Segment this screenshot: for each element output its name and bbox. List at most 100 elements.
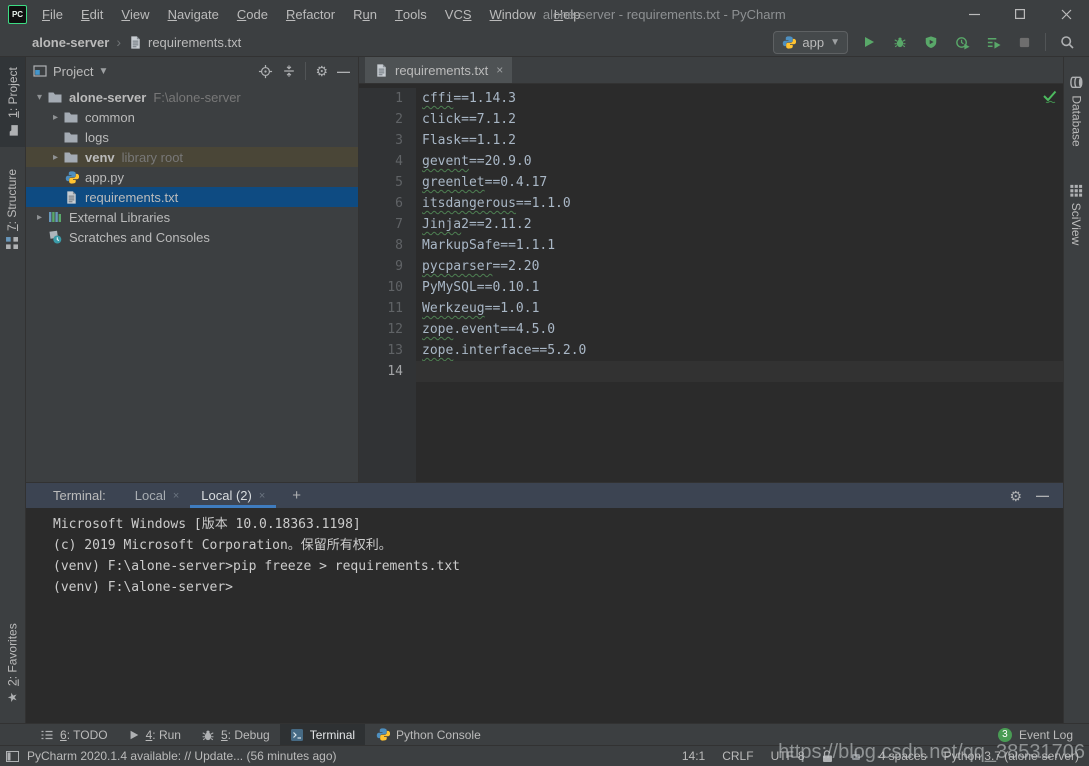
menu-file[interactable]: File <box>33 0 72 28</box>
editor-content[interactable]: 1cffi==1.14.32click==7.1.23Flask==1.1.24… <box>359 84 1063 482</box>
line-number[interactable]: 14 <box>359 361 416 382</box>
code-text[interactable]: gevent==20.9.0 <box>416 151 1063 172</box>
sidebar-tab-project[interactable]: 1: Project <box>0 57 25 147</box>
event-log-button[interactable]: 3 Event Log <box>998 728 1089 742</box>
sidebar-tab-database[interactable]: Database <box>1064 61 1089 161</box>
terminal-tab-local[interactable]: Local× <box>124 483 191 508</box>
tree-item-common[interactable]: ▸common <box>26 107 358 127</box>
menu-tools[interactable]: Tools <box>386 0 436 28</box>
code-text[interactable]: Flask==1.1.2 <box>416 130 1063 151</box>
editor-line[interactable]: 12zope.event==4.5.0 <box>359 319 1063 340</box>
line-number[interactable]: 10 <box>359 277 416 298</box>
toolwindow-todo[interactable]: 6: TODO <box>30 724 118 745</box>
tree-item-alone-server[interactable]: ▾alone-serverF:\alone-server <box>26 87 358 107</box>
line-number[interactable]: 3 <box>359 130 416 151</box>
gutter[interactable] <box>359 382 416 482</box>
line-number[interactable]: 11 <box>359 298 416 319</box>
menu-refactor[interactable]: Refactor <box>277 0 344 28</box>
line-number[interactable]: 8 <box>359 235 416 256</box>
code-text[interactable]: itsdangerous==1.1.0 <box>416 193 1063 214</box>
tree-item-app-py[interactable]: app.py <box>26 167 358 187</box>
chevron-right-icon[interactable]: ▸ <box>48 112 63 123</box>
code-text[interactable]: zope.event==4.5.0 <box>416 319 1063 340</box>
menu-edit[interactable]: Edit <box>72 0 112 28</box>
gear-icon[interactable]: ⚙ <box>315 64 328 78</box>
sidebar-tab-sciview[interactable]: SciView <box>1064 171 1089 259</box>
breadcrumb-project[interactable]: alone-server <box>32 35 109 50</box>
menu-view[interactable]: View <box>112 0 158 28</box>
editor-line[interactable]: 5greenlet==0.4.17 <box>359 172 1063 193</box>
code-text[interactable] <box>416 361 1063 382</box>
unlock-icon[interactable] <box>822 750 833 763</box>
tree-item-scratches-and-consoles[interactable]: Scratches and Consoles <box>26 227 358 247</box>
new-terminal-session-icon[interactable]: + <box>286 487 307 504</box>
minimize-window-icon[interactable] <box>951 0 997 28</box>
project-panel-title[interactable]: Project <box>53 64 93 79</box>
code-text[interactable]: cffi==1.14.3 <box>416 88 1063 109</box>
menu-navigate[interactable]: Navigate <box>159 0 228 28</box>
run-configuration-select[interactable]: app ▼ <box>773 31 848 54</box>
editor-line[interactable]: 8MarkupSafe==1.1.1 <box>359 235 1063 256</box>
toolwindow-terminal[interactable]: Terminal <box>280 724 365 745</box>
editor-line[interactable]: 4gevent==20.9.0 <box>359 151 1063 172</box>
close-tab-icon[interactable]: × <box>259 490 265 502</box>
profiler-button[interactable] <box>952 31 972 53</box>
editor-line[interactable]: 1cffi==1.14.3 <box>359 88 1063 109</box>
status-message[interactable]: PyCharm 2020.1.4 available: // Update...… <box>27 749 337 763</box>
interpreter-widget[interactable]: Python 3.7 (alone-server) <box>944 749 1079 763</box>
line-number[interactable]: 12 <box>359 319 416 340</box>
code-text[interactable]: pycparser==2.20 <box>416 256 1063 277</box>
menu-help[interactable]: Help <box>545 0 590 28</box>
stop-button[interactable] <box>1014 31 1034 53</box>
line-number[interactable]: 13 <box>359 340 416 361</box>
menu-code[interactable]: Code <box>228 0 277 28</box>
toolwindow-run[interactable]: 4: Run <box>118 724 191 745</box>
hide-panel-icon[interactable]: — <box>337 64 350 79</box>
line-number[interactable]: 5 <box>359 172 416 193</box>
code-text[interactable]: Jinja2==2.11.2 <box>416 214 1063 235</box>
editor-line[interactable]: 3Flask==1.1.2 <box>359 130 1063 151</box>
close-window-icon[interactable] <box>1043 0 1089 28</box>
run-with-parameters-button[interactable] <box>983 31 1003 53</box>
inspection-profile-icon[interactable] <box>850 750 862 762</box>
chevron-down-icon[interactable]: ▼ <box>98 66 108 77</box>
line-number[interactable]: 7 <box>359 214 416 235</box>
editor-line[interactable]: 7Jinja2==2.11.2 <box>359 214 1063 235</box>
run-with-coverage-button[interactable] <box>921 31 941 53</box>
menu-vcs[interactable]: VCS <box>436 0 481 28</box>
menu-run[interactable]: Run <box>344 0 386 28</box>
editor-line[interactable]: 10PyMySQL==0.10.1 <box>359 277 1063 298</box>
line-number[interactable]: 6 <box>359 193 416 214</box>
code-text[interactable]: MarkupSafe==1.1.1 <box>416 235 1063 256</box>
editor-line[interactable]: 13zope.interface==5.2.0 <box>359 340 1063 361</box>
sidebar-tab-favorites[interactable]: ★2: Favorites <box>0 611 25 715</box>
collapse-all-icon[interactable] <box>282 64 296 78</box>
maximize-window-icon[interactable] <box>997 0 1043 28</box>
sidebar-tab-structure[interactable]: 7: Structure <box>0 153 25 265</box>
chevron-right-icon[interactable]: ▸ <box>32 212 47 223</box>
indent-widget[interactable]: 4 spaces <box>879 749 927 763</box>
editor-line[interactable]: 2click==7.1.2 <box>359 109 1063 130</box>
editor-line[interactable]: 6itsdangerous==1.1.0 <box>359 193 1063 214</box>
code-text[interactable]: Werkzeug==1.0.1 <box>416 298 1063 319</box>
code-text[interactable]: PyMySQL==0.10.1 <box>416 277 1063 298</box>
run-button[interactable] <box>859 31 879 53</box>
tree-item-requirements-txt[interactable]: requirements.txt <box>26 187 358 207</box>
line-number[interactable]: 4 <box>359 151 416 172</box>
menu-window[interactable]: Window <box>481 0 545 28</box>
line-number[interactable]: 9 <box>359 256 416 277</box>
gear-icon[interactable]: ⚙ <box>1009 489 1022 503</box>
chevron-down-icon[interactable]: ▾ <box>32 92 47 103</box>
breadcrumb-file[interactable]: requirements.txt <box>128 35 241 50</box>
editor-empty-area[interactable] <box>416 382 1063 482</box>
editor-line[interactable]: 14 <box>359 361 1063 382</box>
toggle-toolwindows-icon[interactable] <box>6 751 19 762</box>
editor-line[interactable]: 11Werkzeug==1.0.1 <box>359 298 1063 319</box>
line-number[interactable]: 1 <box>359 88 416 109</box>
debug-button[interactable] <box>890 31 910 53</box>
line-separator-widget[interactable]: CRLF <box>722 749 753 763</box>
tree-item-logs[interactable]: logs <box>26 127 358 147</box>
encoding-widget[interactable]: UTF-8 <box>771 749 805 763</box>
caret-position-widget[interactable]: 14:1 <box>682 749 705 763</box>
toolwindow-debug[interactable]: 5: Debug <box>191 724 280 745</box>
